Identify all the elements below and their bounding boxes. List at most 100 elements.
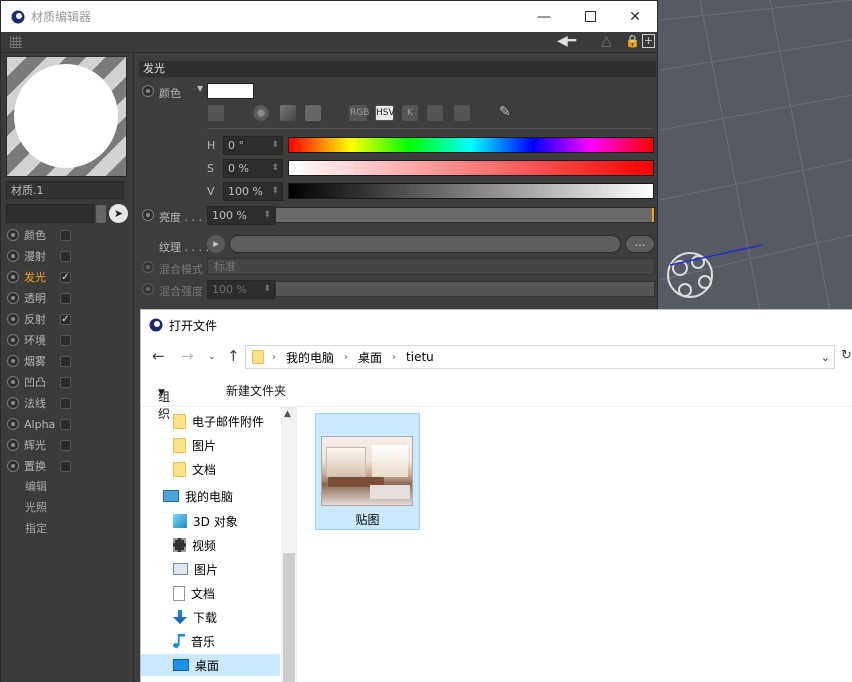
blend-strength-field[interactable]: 100 % bbox=[207, 280, 275, 299]
value-field[interactable]: 100 % bbox=[223, 182, 283, 201]
expand-arrow-icon[interactable]: ▼ bbox=[197, 84, 203, 93]
minimize-button[interactable]: — bbox=[521, 1, 567, 32]
dialog-titlebar[interactable]: 打开文件 bbox=[141, 310, 852, 340]
nav-item[interactable]: 图片 bbox=[173, 558, 280, 580]
channel-radio[interactable] bbox=[7, 250, 19, 262]
texture-play-button[interactable]: ▶ bbox=[207, 235, 225, 253]
color-wheel-icon[interactable] bbox=[253, 105, 269, 121]
material-selector[interactable] bbox=[6, 204, 94, 223]
mixer-icon[interactable] bbox=[427, 105, 443, 121]
channel-checkbox[interactable] bbox=[60, 229, 71, 241]
channel-item[interactable]: 置换 bbox=[7, 456, 71, 476]
nav-item[interactable]: 文档 bbox=[173, 582, 280, 604]
kelvin-mode-button[interactable]: K bbox=[402, 105, 418, 121]
value-slider[interactable] bbox=[288, 183, 654, 199]
channel-item[interactable]: 环境 bbox=[7, 330, 71, 350]
channel-checkbox[interactable]: ✓ bbox=[60, 313, 71, 325]
channel-radio[interactable] bbox=[7, 334, 19, 346]
grip-icon[interactable] bbox=[10, 36, 22, 48]
breadcrumb-item-desktop[interactable]: 桌面 bbox=[358, 349, 382, 366]
channel-item[interactable]: 发光 ✓ bbox=[7, 267, 71, 287]
saturation-field[interactable]: 0 % bbox=[223, 159, 283, 178]
color-anim-radio[interactable] bbox=[142, 85, 154, 97]
nav-item[interactable]: 我的电脑 bbox=[163, 485, 280, 507]
scroll-up-icon[interactable]: ▲ bbox=[284, 409, 291, 419]
brightness-field[interactable]: 100 % bbox=[207, 206, 275, 225]
channel-item-assign[interactable]: 指定 bbox=[25, 519, 47, 539]
blend-strength-anim-radio[interactable] bbox=[142, 283, 154, 295]
material-selector-arrow-button[interactable] bbox=[96, 205, 106, 223]
channel-radio[interactable] bbox=[7, 313, 19, 325]
breadcrumb-item-tietu[interactable]: tietu bbox=[406, 350, 434, 364]
eyedropper-icon[interactable]: ✎ bbox=[499, 104, 511, 120]
material-preview[interactable] bbox=[6, 56, 127, 177]
new-panel-icon[interactable]: + bbox=[642, 34, 655, 48]
channel-checkbox[interactable] bbox=[60, 418, 71, 430]
nav-item[interactable]: 图片 bbox=[173, 434, 280, 456]
channel-item-edit[interactable]: 编辑 bbox=[25, 477, 47, 497]
material-editor-titlebar[interactable]: 材质编辑器 — ✕ bbox=[1, 1, 657, 32]
nav-item[interactable]: 视频 bbox=[173, 534, 280, 556]
channel-radio[interactable] bbox=[7, 376, 19, 388]
channel-radio[interactable] bbox=[7, 460, 19, 472]
channel-item[interactable]: 法线 bbox=[7, 393, 71, 413]
forward-icon[interactable]: → bbox=[181, 347, 194, 365]
channel-checkbox[interactable] bbox=[60, 460, 71, 472]
texture-more-button[interactable]: ... bbox=[625, 235, 655, 253]
back-arrow-icon[interactable]: ◀━ bbox=[557, 33, 576, 49]
nav-item[interactable]: 3D 对象 bbox=[173, 510, 280, 532]
close-button[interactable]: ✕ bbox=[612, 1, 658, 32]
channel-item[interactable]: 烟雾 bbox=[7, 351, 71, 371]
back-icon[interactable]: ← bbox=[152, 347, 165, 365]
channel-item-illumination[interactable]: 光照 bbox=[25, 498, 47, 518]
nav-item[interactable]: 桌面 bbox=[141, 654, 280, 676]
nav-scrollbar-thumb[interactable] bbox=[283, 553, 295, 682]
channel-radio[interactable] bbox=[7, 292, 19, 304]
color-picker-mode-icon[interactable] bbox=[208, 105, 224, 121]
blend-mode-dropdown[interactable]: 标准 bbox=[207, 258, 655, 275]
channel-item[interactable]: 漫射 bbox=[7, 246, 71, 266]
brightness-slider[interactable] bbox=[275, 207, 655, 223]
channel-radio[interactable] bbox=[7, 229, 19, 241]
hue-field[interactable]: 0 ° bbox=[223, 136, 283, 155]
up-arrow-icon[interactable]: △ bbox=[601, 33, 612, 49]
hue-slider[interactable] bbox=[288, 137, 654, 153]
color-swatch[interactable] bbox=[207, 83, 254, 99]
nav-item[interactable]: 音乐 bbox=[173, 630, 280, 652]
nav-item[interactable]: 下载 bbox=[173, 606, 280, 628]
texture-field[interactable] bbox=[229, 235, 621, 253]
channel-radio[interactable] bbox=[7, 418, 19, 430]
channel-checkbox[interactable] bbox=[60, 397, 71, 409]
blend-mode-anim-radio[interactable] bbox=[142, 261, 154, 273]
nav-item[interactable]: 文档 bbox=[173, 458, 280, 480]
lock-icon[interactable]: 🔒 bbox=[625, 34, 640, 48]
swatches-icon[interactable] bbox=[454, 105, 470, 121]
channel-item[interactable]: 辉光 bbox=[7, 435, 71, 455]
brightness-anim-radio[interactable] bbox=[142, 209, 154, 221]
channel-checkbox[interactable] bbox=[60, 376, 71, 388]
hsv-mode-button[interactable]: HSV bbox=[375, 105, 395, 121]
channel-checkbox[interactable] bbox=[60, 355, 71, 367]
nav-item[interactable]: 电子邮件附件 bbox=[173, 410, 280, 432]
channel-checkbox[interactable] bbox=[60, 439, 71, 451]
image-picker-icon[interactable] bbox=[305, 105, 321, 121]
channel-radio[interactable] bbox=[7, 439, 19, 451]
recent-dropdown-icon[interactable]: ⌄ bbox=[208, 352, 216, 362]
channel-radio[interactable] bbox=[7, 355, 19, 367]
blend-strength-slider[interactable] bbox=[275, 281, 655, 297]
channel-radio[interactable] bbox=[7, 397, 19, 409]
rgb-mode-button[interactable]: RGB bbox=[349, 105, 369, 121]
spectrum-icon[interactable] bbox=[280, 105, 296, 121]
address-dropdown-icon[interactable]: ⌄ bbox=[821, 351, 830, 364]
channel-radio[interactable] bbox=[7, 271, 19, 283]
channel-item[interactable]: 颜色 bbox=[7, 225, 71, 245]
maximize-button[interactable] bbox=[567, 1, 613, 32]
channel-checkbox[interactable] bbox=[60, 292, 71, 304]
material-name[interactable]: 材质.1 bbox=[6, 181, 124, 199]
saturation-slider[interactable] bbox=[288, 160, 654, 176]
channel-checkbox[interactable] bbox=[60, 250, 71, 262]
channel-item[interactable]: Alpha bbox=[7, 414, 71, 434]
refresh-icon[interactable]: ↻ bbox=[841, 348, 852, 363]
channel-checkbox[interactable]: ✓ bbox=[60, 271, 71, 283]
file-item[interactable]: 贴图 bbox=[315, 413, 420, 530]
